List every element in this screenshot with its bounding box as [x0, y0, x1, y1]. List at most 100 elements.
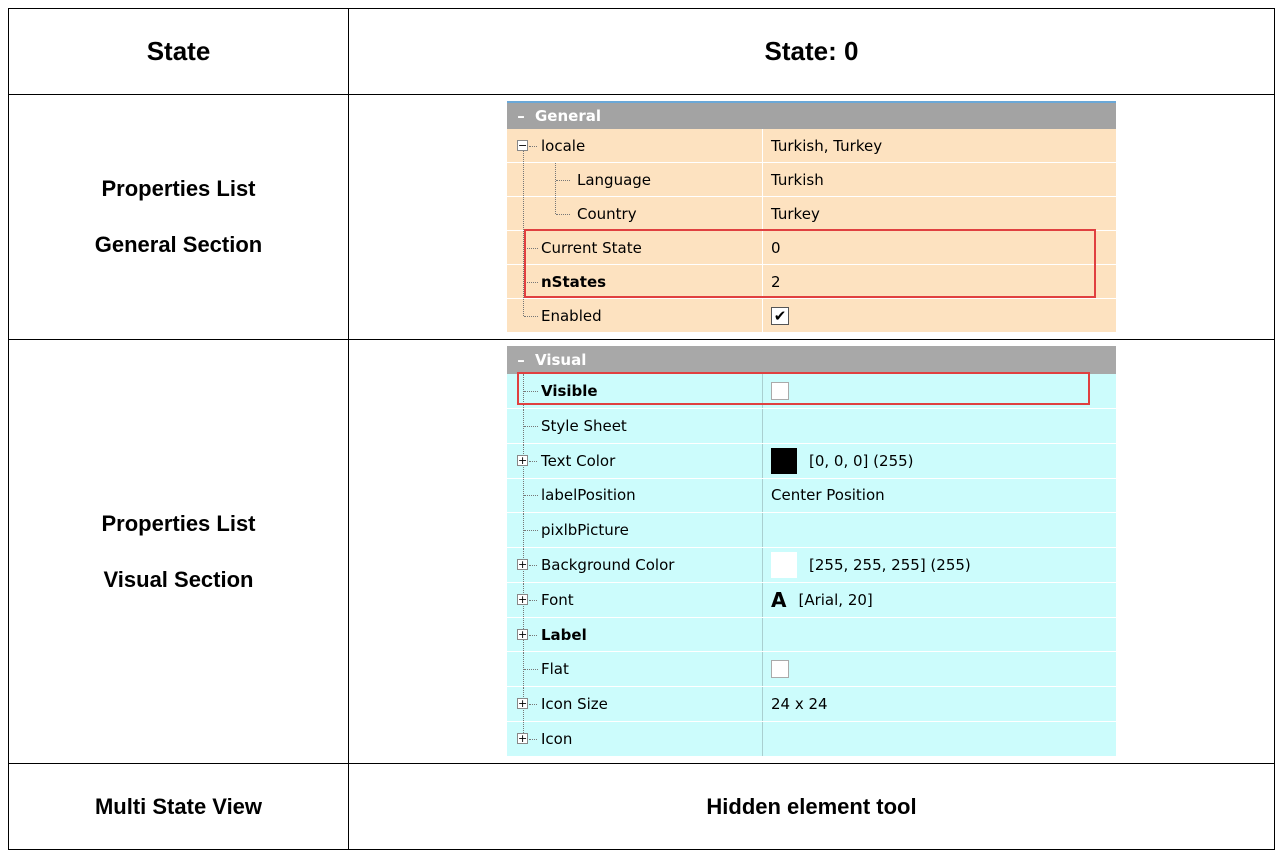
- property-row-font[interactable]: + Font A [Arial, 20]: [507, 582, 1116, 618]
- property-value[interactable]: Turkey: [763, 197, 1116, 230]
- tree-line: [523, 163, 525, 196]
- tree-branch: [529, 145, 537, 147]
- property-value[interactable]: 0: [763, 231, 1116, 264]
- tree-branch: [556, 179, 570, 181]
- tree-branch: [524, 425, 538, 427]
- property-name-cell: nStates: [507, 265, 763, 298]
- property-value[interactable]: [763, 722, 1116, 756]
- property-value[interactable]: [255, 255, 255] (255): [763, 548, 1116, 582]
- property-value[interactable]: [763, 374, 1116, 408]
- header-left-cell: State: [8, 8, 349, 95]
- property-row-visible[interactable]: Visible: [507, 374, 1116, 409]
- flat-checkbox[interactable]: [771, 660, 789, 679]
- property-row-background-color[interactable]: + Background Color [255, 255, 255] (255): [507, 548, 1116, 583]
- property-value[interactable]: Turkish: [763, 163, 1116, 196]
- enabled-checkbox[interactable]: ✔: [771, 306, 789, 325]
- property-row-enabled[interactable]: Enabled ✔: [507, 299, 1116, 333]
- property-row-icon[interactable]: + Icon: [507, 722, 1116, 757]
- expand-icon[interactable]: +: [517, 593, 528, 605]
- property-name-cell: + Background Color: [507, 548, 763, 582]
- property-row-nstates[interactable]: nStates 2: [507, 265, 1116, 299]
- collapse-icon[interactable]: –: [507, 351, 535, 369]
- property-name-cell: Visible: [507, 374, 763, 408]
- property-row-pixlbpicture[interactable]: pixlbPicture: [507, 513, 1116, 549]
- property-name: Background Color: [541, 555, 675, 574]
- document-table: State State: 0 Properties List General S…: [8, 8, 1275, 850]
- collapse-icon[interactable]: −: [517, 139, 528, 151]
- property-value[interactable]: [763, 408, 1116, 443]
- property-value-text: [Arial, 20]: [798, 590, 873, 609]
- tree-branch: [529, 564, 537, 566]
- tree-branch: [529, 738, 537, 740]
- property-value[interactable]: Turkish, Turkey: [763, 129, 1116, 162]
- property-value-text: [0, 0, 0] (255): [809, 451, 914, 470]
- property-name-cell: + Icon Size: [507, 687, 763, 722]
- property-name-cell: + Label: [507, 617, 763, 652]
- color-swatch: [771, 447, 797, 474]
- general-section-header[interactable]: – General: [507, 101, 1116, 129]
- property-row-country[interactable]: Country Turkey: [507, 197, 1116, 231]
- property-name-cell: + Icon: [507, 722, 763, 756]
- property-name-cell: Enabled: [507, 299, 763, 332]
- property-name: Enabled: [541, 306, 602, 325]
- tree-branch: [529, 599, 537, 601]
- visual-section-header[interactable]: – Visual: [507, 346, 1116, 375]
- property-name-cell: Country: [507, 197, 763, 230]
- expand-icon[interactable]: +: [517, 454, 528, 466]
- property-row-current-state[interactable]: Current State 0: [507, 231, 1116, 265]
- property-row-label-position[interactable]: labelPosition Center Position: [507, 478, 1116, 514]
- header-row: State State: 0: [8, 8, 1275, 95]
- visual-image-cell: – Visual Visible Style Sheet + Text Colo…: [348, 339, 1275, 764]
- property-name: Style Sheet: [541, 416, 627, 435]
- property-row-style-sheet[interactable]: Style Sheet: [507, 408, 1116, 444]
- property-value[interactable]: [763, 617, 1116, 652]
- visual-label-line2: Visual Section: [103, 566, 254, 592]
- header-right-cell: State: 0: [348, 8, 1275, 95]
- property-value[interactable]: [763, 652, 1116, 687]
- tree-branch: [524, 281, 538, 283]
- property-value[interactable]: [763, 513, 1116, 548]
- property-name: Flat: [541, 660, 569, 679]
- property-name-cell: Language: [507, 163, 763, 196]
- expand-icon[interactable]: +: [517, 628, 528, 640]
- property-name-cell: Current State: [507, 231, 763, 264]
- tree-branch: [529, 634, 537, 636]
- visible-checkbox[interactable]: [771, 382, 789, 400]
- general-section-row: Properties List General Section – Genera…: [8, 94, 1275, 340]
- property-name: Country: [577, 204, 637, 223]
- visual-section-row: Properties List Visual Section – Visual …: [8, 339, 1275, 764]
- property-name: labelPosition: [541, 486, 636, 505]
- tree-branch: [556, 213, 570, 215]
- property-name-cell: + Font: [507, 582, 763, 617]
- expand-icon[interactable]: +: [517, 558, 528, 570]
- property-name: Visible: [541, 382, 598, 400]
- property-row-flat[interactable]: Flat: [507, 652, 1116, 688]
- property-row-text-color[interactable]: + Text Color [0, 0, 0] (255): [507, 443, 1116, 479]
- property-row-locale[interactable]: − locale Turkish, Turkey: [507, 129, 1116, 163]
- tree-branch: [524, 247, 538, 249]
- visual-section-title: Visual: [535, 351, 587, 370]
- expand-icon[interactable]: +: [517, 732, 528, 744]
- general-label-cell: Properties List General Section: [8, 94, 349, 340]
- tree-line: [555, 197, 557, 214]
- visual-label-cell: Properties List Visual Section: [8, 339, 349, 764]
- property-value[interactable]: 2: [763, 265, 1116, 298]
- property-value[interactable]: 24 x 24: [763, 687, 1116, 722]
- property-name-cell: Flat: [507, 652, 763, 687]
- property-value[interactable]: Center Position: [763, 478, 1116, 513]
- collapse-icon[interactable]: –: [507, 107, 535, 125]
- property-value-text: [255, 255, 255] (255): [809, 555, 971, 574]
- property-row-icon-size[interactable]: + Icon Size 24 x 24: [507, 687, 1116, 723]
- property-row-label[interactable]: + Label: [507, 617, 1116, 653]
- property-row-language[interactable]: Language Turkish: [507, 163, 1116, 197]
- tree-line: [523, 299, 525, 316]
- property-name-cell: pixlbPicture: [507, 513, 763, 548]
- color-swatch: [771, 551, 797, 578]
- footer-row: Multi State View Hidden element tool: [8, 763, 1275, 850]
- property-value[interactable]: [0, 0, 0] (255): [763, 443, 1116, 478]
- property-name-cell: + Text Color: [507, 443, 763, 478]
- property-value[interactable]: A [Arial, 20]: [763, 582, 1116, 617]
- property-value[interactable]: ✔: [763, 299, 1116, 332]
- expand-icon[interactable]: +: [517, 698, 528, 710]
- property-name: Current State: [541, 238, 642, 257]
